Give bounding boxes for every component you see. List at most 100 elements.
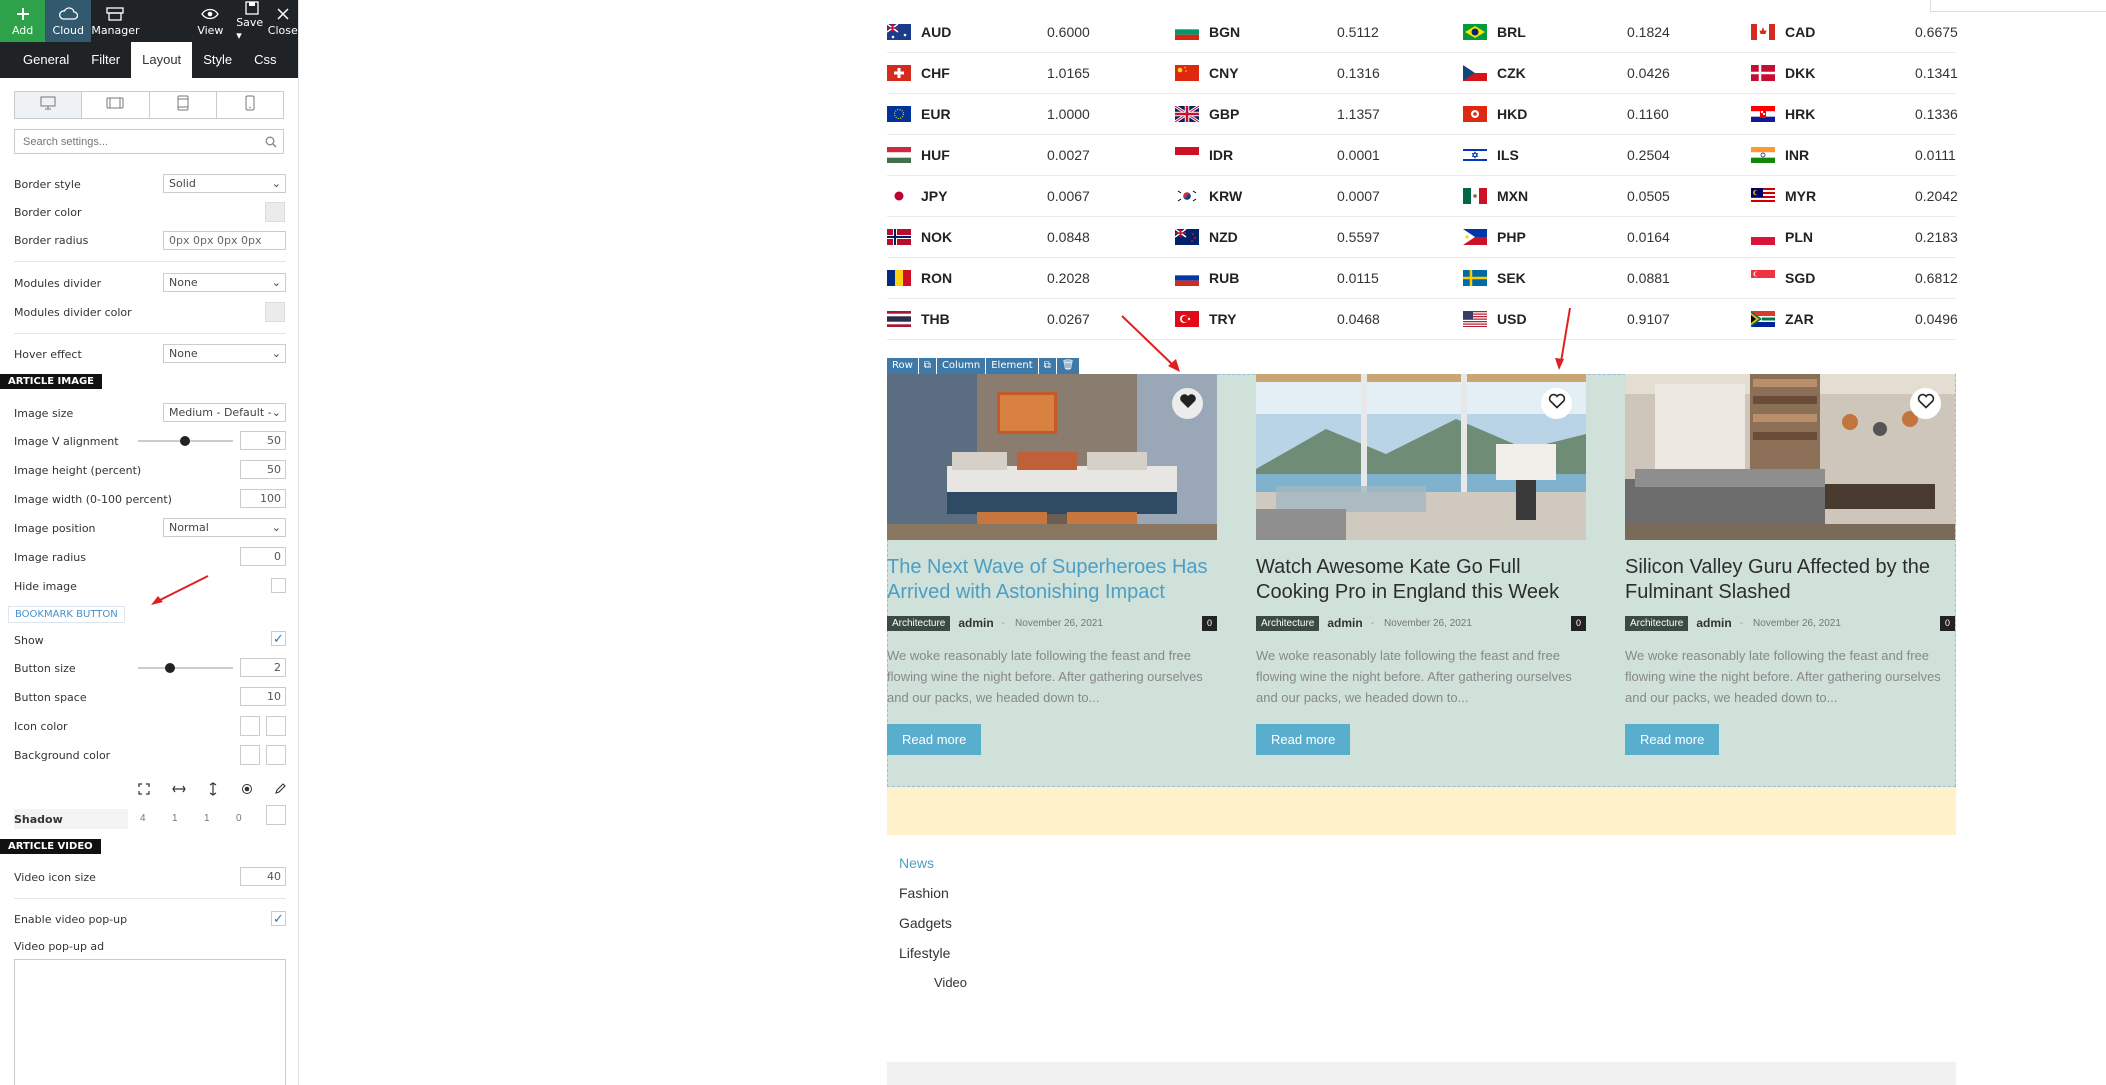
element-duplicate-icon[interactable]: ⧉ [1038, 358, 1056, 374]
tablet-landscape-device-button[interactable] [82, 92, 150, 118]
currency-rate: 0.0164 [1627, 229, 1670, 245]
tab-style[interactable]: Style [192, 42, 243, 78]
currency-rate: 0.1316 [1337, 65, 1380, 81]
nav-item-lifestyle[interactable]: Lifestyle [899, 943, 967, 973]
row-tag[interactable]: Row [887, 358, 918, 374]
category-badge[interactable]: Architecture [887, 615, 951, 631]
cloud-button[interactable]: Cloud [45, 0, 92, 42]
bookmark-button[interactable] [1541, 388, 1572, 419]
image-size-select[interactable]: Medium - Default - ⌄ [163, 403, 286, 422]
modules-divider-color-swatch[interactable] [265, 302, 285, 322]
shadow-controls [138, 782, 286, 801]
save-button[interactable]: Save ▾ [236, 0, 267, 42]
author-link[interactable]: admin [958, 616, 993, 630]
currency-rate: 0.0027 [1047, 147, 1090, 163]
category-badge[interactable]: Architecture [1256, 615, 1320, 631]
bookmark-button[interactable] [1172, 388, 1203, 419]
image-height-input[interactable]: 50 [240, 460, 286, 479]
hide-image-checkbox[interactable] [271, 578, 286, 593]
slider-handle[interactable] [180, 436, 190, 446]
shadow-color-swatch[interactable] [266, 805, 286, 825]
search-input[interactable] [15, 130, 283, 153]
nav-item-video[interactable]: Video [899, 973, 967, 1003]
comment-count[interactable]: 0 [1571, 615, 1586, 631]
video-popup-ad-textarea[interactable] [14, 959, 286, 1085]
shadow-x-value[interactable]: 1 [172, 813, 204, 824]
view-button[interactable]: View [185, 0, 237, 42]
slider-handle[interactable] [165, 663, 175, 673]
expand-icon[interactable] [138, 782, 150, 801]
enable-video-popup-checkbox[interactable]: ✓ [271, 911, 286, 926]
currency-code: TRY [1209, 311, 1237, 327]
currency-rate: 0.0496 [1915, 311, 1958, 327]
trash-icon[interactable]: 🗑 [1056, 358, 1080, 374]
currency-rate: 0.0111 [1915, 147, 1956, 163]
author-link[interactable]: admin [1327, 616, 1362, 630]
shadow-size-value[interactable]: 4 [140, 813, 172, 824]
currency-cell: CNY 0.1316 [1175, 61, 1385, 85]
add-button[interactable]: Add [0, 0, 46, 42]
article-image-living-room[interactable] [1256, 374, 1586, 540]
tab-filter[interactable]: Filter [80, 42, 131, 78]
shadow-blur-value[interactable]: 0 [236, 813, 268, 824]
icon-hover-color-swatch[interactable] [266, 716, 286, 736]
tab-css[interactable]: Css [243, 42, 287, 78]
tablet-portrait-device-button[interactable] [150, 92, 217, 118]
shadow-y-value[interactable]: 1 [204, 813, 236, 824]
border-style-select[interactable]: Solid ⌄ [163, 174, 286, 193]
hover-effect-select[interactable]: None ⌄ [163, 344, 286, 363]
manager-button[interactable]: Manager [91, 0, 140, 42]
heart-outline-icon [1548, 393, 1566, 414]
image-width-input[interactable]: 100 [240, 489, 286, 508]
category-badge[interactable]: Architecture [1625, 615, 1689, 631]
horizontal-offset-icon[interactable] [171, 782, 186, 801]
article-title[interactable]: Silicon Valley Guru Affected by the Fulm… [1625, 555, 1955, 605]
button-size-input[interactable]: 2 [240, 658, 286, 677]
comment-count[interactable]: 0 [1202, 615, 1217, 631]
border-color-swatch[interactable] [265, 202, 285, 222]
article-title[interactable]: Watch Awesome Kate Go Full Cooking Pro i… [1256, 555, 1586, 605]
read-more-button[interactable]: Read more [1625, 724, 1720, 755]
modules-divider-select[interactable]: None ⌄ [163, 273, 286, 292]
video-icon-size-input[interactable]: 40 [240, 867, 286, 886]
nav-item-news[interactable]: News [899, 853, 967, 883]
image-position-select[interactable]: Normal ⌄ [163, 518, 286, 537]
phone-device-button[interactable] [217, 92, 283, 118]
icon-color-swatch[interactable] [240, 716, 260, 736]
currency-code: RON [921, 270, 953, 286]
border-color-row: Border color [14, 202, 286, 222]
button-size-slider[interactable] [138, 663, 233, 673]
nav-item-fashion[interactable]: Fashion [899, 883, 967, 913]
currency-cell: THB 0.0267 [887, 307, 1097, 331]
currency-cell: CZK 0.0426 [1463, 61, 1673, 85]
nav-item-gadgets[interactable]: Gadgets [899, 913, 967, 943]
bookmark-button[interactable] [1910, 388, 1941, 419]
background-hover-color-swatch[interactable] [266, 745, 286, 765]
tab-general[interactable]: General [12, 42, 80, 78]
comment-count[interactable]: 0 [1940, 615, 1955, 631]
article-image-bedroom[interactable] [887, 374, 1217, 540]
checkmark-icon: ✓ [273, 911, 284, 926]
read-more-button[interactable]: Read more [1256, 724, 1351, 755]
pencil-icon[interactable] [274, 782, 286, 801]
element-tag[interactable]: Element [986, 358, 1038, 374]
close-button[interactable]: Close [268, 0, 298, 42]
row-duplicate-icon[interactable]: ⧉ [918, 358, 936, 374]
article-title[interactable]: The Next Wave of Superheroes Has Arrived… [887, 555, 1217, 605]
button-space-input[interactable]: 10 [240, 687, 286, 706]
author-link[interactable]: admin [1696, 616, 1731, 630]
currency-cell: AUD 0.6000 [887, 20, 1097, 44]
tab-layout[interactable]: Layout [131, 42, 193, 78]
border-radius-input[interactable]: 0px 0px 0px 0px [163, 231, 286, 250]
vertical-offset-icon[interactable] [207, 782, 219, 801]
background-color-swatch[interactable] [240, 745, 260, 765]
image-radius-input[interactable]: 0 [240, 547, 286, 566]
article-image-loft[interactable] [1625, 374, 1955, 540]
desktop-device-button[interactable] [15, 92, 83, 118]
column-tag[interactable]: Column [936, 358, 986, 374]
image-v-alignment-input[interactable]: 50 [240, 431, 286, 450]
blur-icon[interactable] [241, 782, 253, 801]
read-more-button[interactable]: Read more [887, 724, 982, 755]
show-checkbox[interactable]: ✓ [271, 631, 286, 646]
image-v-alignment-slider[interactable] [138, 436, 233, 446]
